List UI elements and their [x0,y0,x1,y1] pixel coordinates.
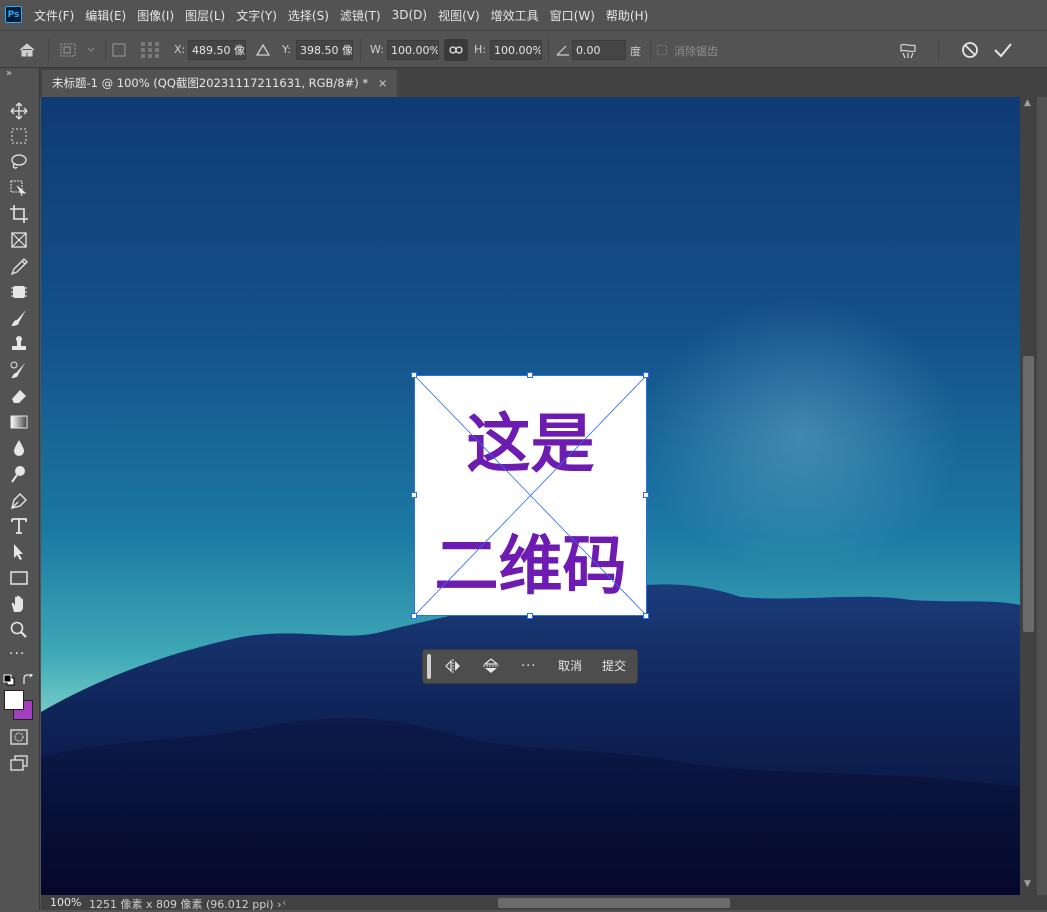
cancel-icon[interactable] [961,41,979,59]
document-tab-title: 未标题-1 @ 100% (QQ截图20231117211631, RGB/8#… [52,76,369,90]
scroll-up-icon[interactable]: ▲ [1024,98,1031,108]
transform-handle-bottom-left[interactable] [411,613,417,619]
menu-type[interactable]: 文字(Y) [236,7,277,24]
angle-unit: 度 [630,45,641,58]
menu-3d[interactable]: 3D(D) [392,8,427,22]
scroll-left-icon[interactable]: ‹ [282,896,286,909]
dodge-tool-icon[interactable] [8,464,30,484]
swap-colors-icon[interactable] [22,674,34,686]
object-select-tool-icon[interactable] [8,178,30,198]
link-icon [449,46,463,54]
rectangle-tool-icon[interactable] [8,568,30,588]
antialias-label: 消除锯齿 [674,45,718,58]
menu-edit[interactable]: 编辑(E) [85,7,126,24]
move-tool-icon[interactable] [8,101,30,121]
history-brush-tool-icon[interactable] [8,360,30,380]
horizontal-scroll-thumb[interactable] [498,898,730,908]
reference-grid-icon[interactable] [140,41,160,59]
vertical-scroll-thumb[interactable] [1023,356,1034,632]
zoom-tool-icon[interactable] [8,620,30,640]
scroll-down-icon[interactable]: ▼ [1024,879,1031,889]
commit-icon[interactable] [993,41,1013,59]
frame-tool-icon[interactable] [8,230,30,250]
commit-transform-button[interactable]: 提交 [602,649,626,684]
screen-mode-icon[interactable] [9,754,29,772]
marquee-tool-icon[interactable] [8,126,30,146]
menu-window[interactable]: 窗口(W) [550,7,595,24]
y-label: Y: [282,43,291,56]
menu-select[interactable]: 选择(S) [288,7,329,24]
menu-help[interactable]: 帮助(H) [606,7,648,24]
right-panel-edge [1037,97,1047,895]
width-field[interactable]: 100.00% [387,40,439,60]
path-select-tool-icon[interactable] [8,542,30,562]
y-position-field[interactable]: 398.50 像素 [296,40,353,60]
delta-icon[interactable] [256,44,270,56]
tool-panel: » ··· [0,68,40,910]
transform-handle-left[interactable] [411,492,417,498]
eraser-tool-icon[interactable] [8,386,30,406]
quick-mask-icon[interactable] [9,728,29,746]
reference-checkbox-icon[interactable] [112,43,126,57]
height-field[interactable]: 100.00% [490,40,542,60]
foreground-color-swatch[interactable] [4,690,24,710]
transform-handle-top-left[interactable] [411,372,417,378]
flip-horizontal-icon[interactable] [444,658,462,674]
zoom-level[interactable]: 100% [50,896,81,909]
link-button[interactable] [444,39,468,61]
flip-vertical-icon[interactable] [482,658,500,674]
transform-handle-top[interactable] [527,372,533,378]
hand-tool-icon[interactable] [8,594,30,614]
healing-tool-icon[interactable] [8,282,30,302]
brush-tool-icon[interactable] [8,308,30,328]
menu-layer[interactable]: 图层(L) [185,7,225,24]
eyedropper-tool-icon[interactable] [8,256,30,276]
default-colors-icon[interactable] [3,674,15,686]
status-menu-arrow-icon[interactable]: › [277,898,281,911]
more-options-icon[interactable]: ··· [521,649,536,684]
cancel-transform-button[interactable]: 取消 [558,649,582,684]
w-label: W: [370,43,384,56]
x-position-field[interactable]: 489.50 像素 [188,40,246,60]
task-bar-grip[interactable] [427,654,431,679]
options-bar: X: 489.50 像素 Y: 398.50 像素 W: 100.00% H: … [0,30,1047,68]
stamp-tool-icon[interactable] [8,334,30,354]
antialias-checkbox[interactable] [657,45,667,55]
crop-tool-icon[interactable] [8,204,30,224]
pen-tool-icon[interactable] [8,490,30,510]
transform-handle-bottom[interactable] [527,613,533,619]
blur-tool-icon[interactable] [8,438,30,458]
warp-icon[interactable] [898,41,918,61]
menu-items: 文件(F) 编辑(E) 图像(I) 图层(L) 文字(Y) 选择(S) 滤镜(T… [34,0,659,30]
type-tool-icon[interactable] [8,516,30,536]
photoshop-logo-icon[interactable]: Ps [5,6,22,23]
document-tab[interactable]: 未标题-1 @ 100% (QQ截图20231117211631, RGB/8#… [42,70,398,97]
lasso-tool-icon[interactable] [8,152,30,172]
transform-handle-top-right[interactable] [643,372,649,378]
menu-plugins[interactable]: 增效工具 [491,7,539,24]
angle-field[interactable]: 0.00 [572,40,626,60]
h-label: H: [474,43,486,56]
more-tools-icon[interactable]: ··· [9,646,25,662]
menu-image[interactable]: 图像(I) [137,7,174,24]
home-icon[interactable] [18,42,36,58]
menu-filter[interactable]: 滤镜(T) [340,7,381,24]
x-label: X: [174,43,186,56]
transform-handle-right[interactable] [643,492,649,498]
close-tab-icon[interactable]: × [378,76,388,90]
angle-icon [556,45,569,56]
transform-handle-bottom-right[interactable] [643,613,649,619]
transform-bounding-box[interactable] [414,375,647,616]
menu-file[interactable]: 文件(F) [34,7,74,24]
collapse-panel-icon[interactable]: » [6,68,12,79]
gradient-tool-icon[interactable] [8,412,30,432]
menu-view[interactable]: 视图(V) [438,7,480,24]
document-size-text: 1251 像素 x 809 像素 (96.012 ppi) [89,898,274,911]
reference-point-icon[interactable] [60,42,98,58]
